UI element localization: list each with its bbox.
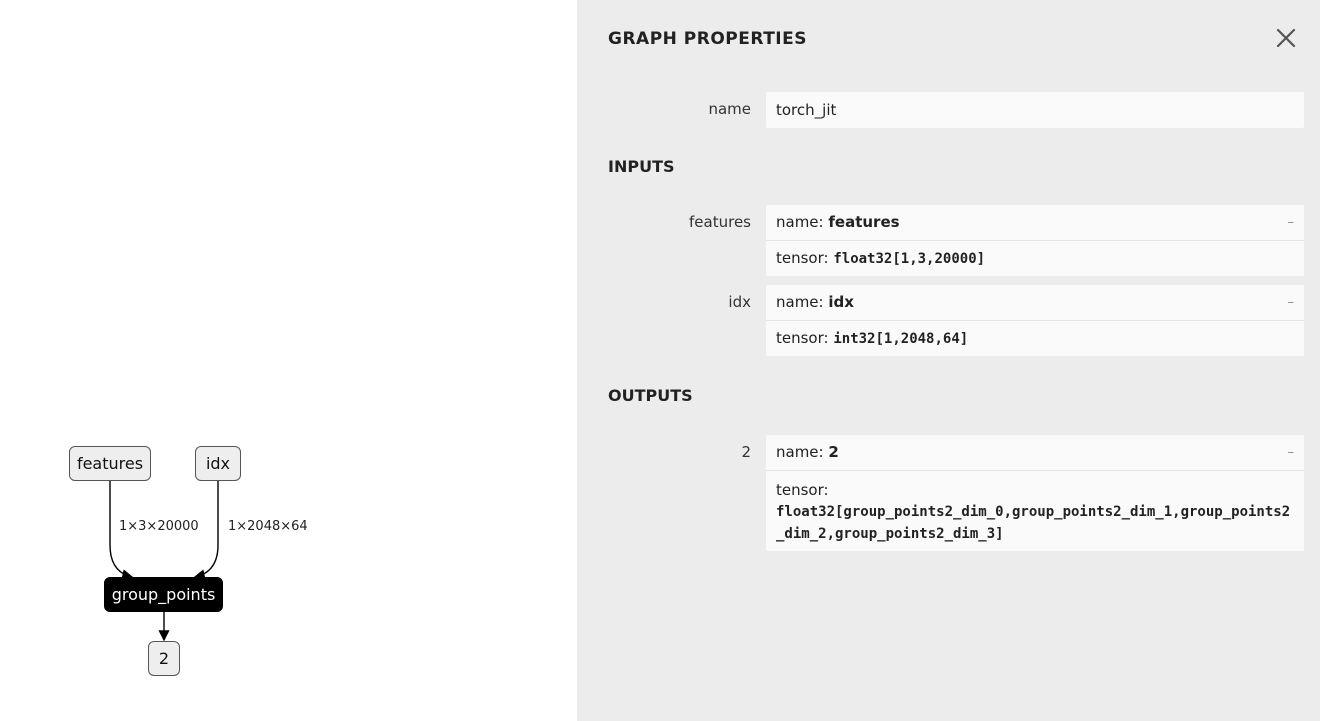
node-idx[interactable]: idx <box>195 446 241 481</box>
name-prefix: name: <box>776 293 829 311</box>
expand-toggle[interactable]: – <box>1288 285 1295 320</box>
input-idx-tensor-line: tensor: int32[1,2048,64] <box>766 320 1304 356</box>
input-idx-tensor: int32[1,2048,64] <box>833 331 969 347</box>
close-icon[interactable] <box>1272 24 1300 52</box>
sidebar-title: GRAPH PROPERTIES <box>608 29 807 49</box>
output-2-label: 2 <box>741 443 751 461</box>
name-prefix: name: <box>776 443 829 461</box>
tensor-prefix: tensor: <box>776 481 829 499</box>
output-2-box[interactable]: name: 2 – tensor: float32[group_points2_… <box>766 435 1304 551</box>
graph-canvas[interactable]: features idx 1×3×20000 1×2048×64 group_p… <box>0 0 577 721</box>
inputs-section-title: INPUTS <box>608 157 675 176</box>
edge-label-idx-shape: 1×2048×64 <box>228 519 308 534</box>
input-features-box[interactable]: name: features – tensor: float32[1,3,200… <box>766 205 1304 276</box>
outputs-section-title: OUTPUTS <box>608 386 693 405</box>
tensor-prefix: tensor: <box>776 249 834 267</box>
tensor-prefix: tensor: <box>776 329 834 347</box>
name-prefix: name: <box>776 213 829 231</box>
input-features-tensor-line: tensor: float32[1,3,20000] <box>766 240 1304 276</box>
input-features-tensor: float32[1,3,20000] <box>833 251 986 267</box>
output-2-tensor-line: tensor: float32[group_points2_dim_0,grou… <box>766 470 1304 551</box>
close-button[interactable] <box>1272 24 1300 52</box>
output-2-name-line: name: 2 – <box>766 435 1304 470</box>
graph-name-label: name <box>708 100 751 118</box>
graph-edges <box>109 481 219 642</box>
graph-name-value[interactable]: torch_jit <box>766 92 1304 128</box>
input-idx-box[interactable]: name: idx – tensor: int32[1,2048,64] <box>766 285 1304 356</box>
node-output-2[interactable]: 2 <box>148 641 180 676</box>
output-2-tensor: float32[group_points2_dim_0,group_points… <box>776 504 1291 542</box>
node-group-points[interactable]: group_points <box>104 577 223 612</box>
input-features-label: features <box>689 213 751 231</box>
input-features-name-line: name: features – <box>766 205 1304 240</box>
input-features-name: features <box>828 213 900 231</box>
graph-properties-sidebar: GRAPH PROPERTIES name torch_jit INPUTS f… <box>577 0 1320 721</box>
output-2-name: 2 <box>828 443 839 461</box>
node-features[interactable]: features <box>69 446 151 481</box>
expand-toggle[interactable]: – <box>1288 435 1295 470</box>
input-idx-label: idx <box>728 293 751 311</box>
input-idx-name-line: name: idx – <box>766 285 1304 320</box>
input-idx-name: idx <box>828 293 854 311</box>
edge-label-features-shape: 1×3×20000 <box>119 519 199 534</box>
expand-toggle[interactable]: – <box>1288 205 1295 240</box>
